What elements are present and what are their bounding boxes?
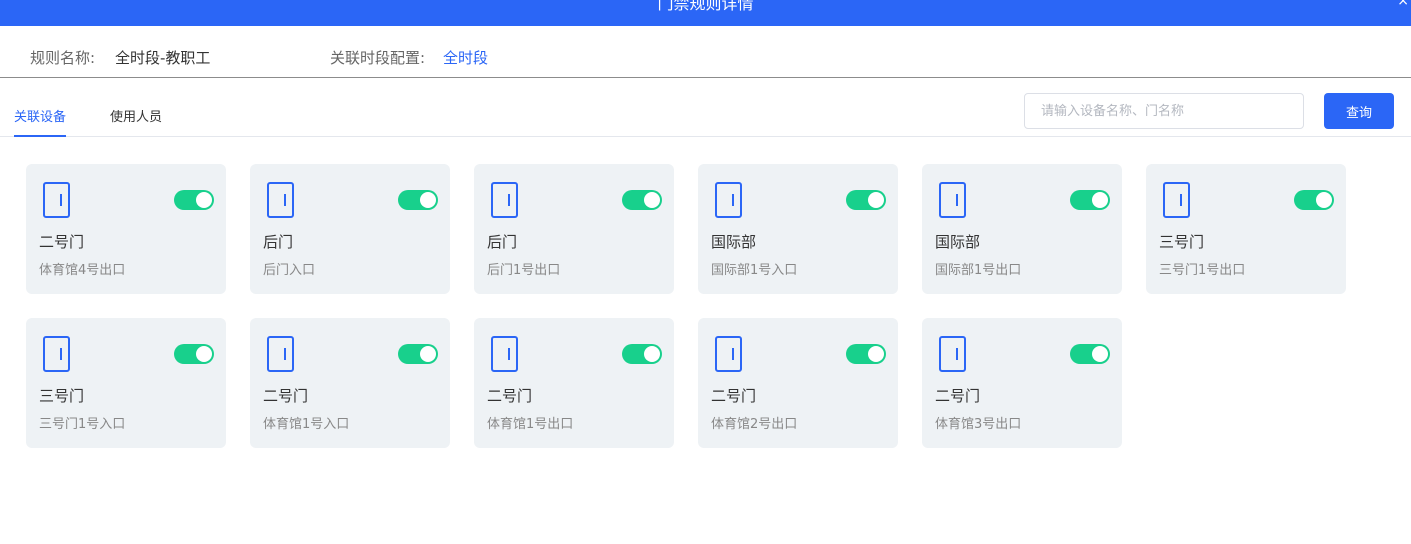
device-enable-toggle[interactable] <box>622 190 662 210</box>
door-icon <box>1163 182 1190 218</box>
device-location: 三号门1号出口 <box>1159 263 1246 278</box>
device-name: 后门 <box>487 233 518 251</box>
device-name: 后门 <box>263 233 294 251</box>
device-enable-toggle[interactable] <box>398 190 438 210</box>
toggle-knob <box>644 346 660 362</box>
device-card[interactable]: 后门 后门入口 <box>250 164 450 294</box>
device-location: 体育馆3号出口 <box>935 417 1022 432</box>
toggle-knob <box>868 346 884 362</box>
device-name: 二号门 <box>711 387 757 405</box>
door-icon <box>939 336 966 372</box>
rule-name-label: 规则名称: <box>30 49 96 67</box>
device-enable-toggle[interactable] <box>846 190 886 210</box>
device-card[interactable]: 国际部国际部1号入口 <box>698 164 898 294</box>
device-location: 后门入口 <box>263 263 316 278</box>
period-value-link[interactable]: 全时段 <box>443 48 488 68</box>
door-icon <box>491 336 518 372</box>
toggle-knob <box>420 192 436 208</box>
device-name: 三号门 <box>39 387 85 405</box>
device-location: 体育馆4号出口 <box>39 263 126 278</box>
device-location: 三号门1号入口 <box>39 417 126 432</box>
query-button[interactable]: 查询 <box>1324 93 1394 129</box>
device-card[interactable]: 二号门体育馆1号入口 <box>250 318 450 448</box>
toggle-knob <box>1092 192 1108 208</box>
device-card[interactable]: 二号门体育馆3号出口 <box>922 318 1122 448</box>
device-enable-toggle[interactable] <box>846 344 886 364</box>
toggle-knob <box>1316 192 1332 208</box>
device-location: 国际部1号出口 <box>935 263 1022 278</box>
device-name: 二号门 <box>263 387 309 405</box>
device-location: 后门1号出口 <box>487 263 561 278</box>
door-icon <box>267 336 294 372</box>
device-card[interactable]: 国际部国际部1号出口 <box>922 164 1122 294</box>
tab-linked-devices[interactable]: 关联设备 <box>14 109 67 137</box>
rule-info: 规则名称: 全时段-教职工 关联时段配置: 全时段 <box>0 26 1411 78</box>
door-icon <box>715 182 742 218</box>
close-icon[interactable]: × <box>1397 0 1409 11</box>
toggle-knob <box>196 346 212 362</box>
door-icon <box>715 336 742 372</box>
period-label: 关联时段配置: <box>330 49 426 67</box>
search-input[interactable] <box>1024 93 1304 129</box>
device-name: 三号门 <box>1159 233 1205 251</box>
toggle-knob <box>644 192 660 208</box>
device-card[interactable]: 后门后门1号出口 <box>474 164 674 294</box>
rule-name-value: 全时段-教职工 <box>115 49 211 67</box>
door-icon <box>43 182 70 218</box>
device-enable-toggle[interactable] <box>1070 190 1110 210</box>
device-location: 体育馆1号入口 <box>263 417 350 432</box>
device-card[interactable]: 二号门体育馆2号出口 <box>698 318 898 448</box>
device-enable-toggle[interactable] <box>174 344 214 364</box>
device-enable-toggle[interactable] <box>1294 190 1334 210</box>
device-name: 二号门 <box>935 387 981 405</box>
toggle-knob <box>868 192 884 208</box>
device-location: 国际部1号入口 <box>711 263 798 278</box>
device-card[interactable]: 三号门三号门1号入口 <box>26 318 226 448</box>
dialog-header: 门禁规则详情 × <box>0 0 1411 26</box>
toggle-knob <box>420 346 436 362</box>
dialog-title: 门禁规则详情 <box>657 0 754 13</box>
toggle-knob <box>1092 346 1108 362</box>
device-name: 国际部 <box>935 233 981 251</box>
device-enable-toggle[interactable] <box>174 190 214 210</box>
device-card[interactable]: 二号门体育馆4号出口 <box>26 164 226 294</box>
device-name: 国际部 <box>711 233 757 251</box>
door-icon <box>491 182 518 218</box>
door-icon <box>267 182 294 218</box>
device-location: 体育馆1号出口 <box>487 417 574 432</box>
device-enable-toggle[interactable] <box>1070 344 1110 364</box>
device-card[interactable]: 二号门体育馆1号出口 <box>474 318 674 448</box>
device-name: 二号门 <box>39 233 85 251</box>
tab-users[interactable]: 使用人员 <box>110 109 162 127</box>
device-location: 体育馆2号出口 <box>711 417 798 432</box>
device-card[interactable]: 三号门三号门1号出口 <box>1146 164 1346 294</box>
toggle-knob <box>196 192 212 208</box>
device-name: 二号门 <box>487 387 533 405</box>
device-enable-toggle[interactable] <box>622 344 662 364</box>
door-icon <box>939 182 966 218</box>
device-enable-toggle[interactable] <box>398 344 438 364</box>
door-icon <box>43 336 70 372</box>
